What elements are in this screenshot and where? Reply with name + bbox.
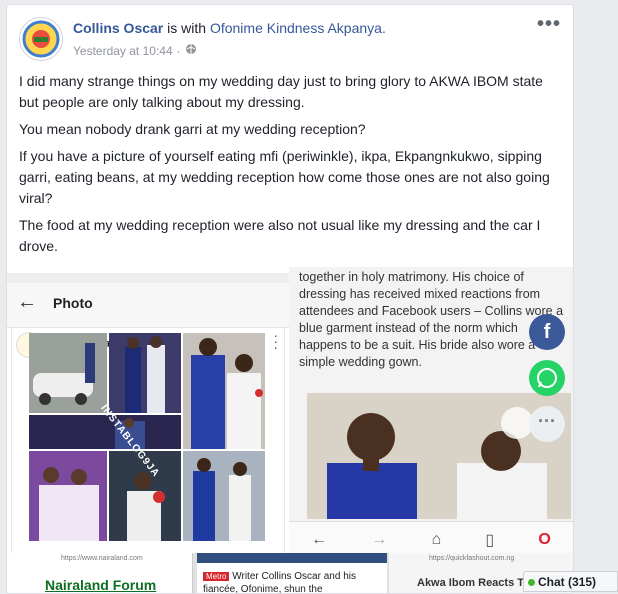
- collage-photo-bottom-left: [29, 451, 107, 541]
- with-text: is with: [167, 20, 207, 36]
- metro-thumbnail: Metro Writer Collins Oscar and his fianc…: [197, 553, 387, 593]
- post-paragraph: If you have a picture of yourself eating…: [19, 148, 550, 206]
- post-paragraph: The food at my wedding reception were al…: [19, 217, 541, 254]
- photo-header: ← Photo: [7, 283, 289, 328]
- metro-headline: Metro Writer Collins Oscar and his fianc…: [203, 570, 387, 593]
- post-options-button[interactable]: •••: [537, 14, 561, 34]
- nairaland-name: Nairaland Forum: [45, 577, 157, 593]
- nav-home-icon: ⌂: [431, 531, 442, 548]
- back-arrow-icon: ←: [17, 291, 37, 313]
- post-image-right[interactable]: together in holy matrimony. His choice o…: [289, 267, 573, 593]
- post-meta: Yesterday at 10:44 ·: [73, 43, 197, 58]
- online-status-icon: [528, 579, 535, 586]
- metro-header-bar: [197, 553, 387, 563]
- chat-label: Chat (315): [538, 575, 597, 589]
- facebook-share-button: f: [529, 314, 565, 350]
- nav-tabs-icon: ▯: [485, 532, 495, 549]
- nairaland-thumbnail: https://www.nairaland.com Nairaland Foru…: [7, 553, 193, 593]
- post-paragraph: You mean nobody drank garri at my weddin…: [19, 121, 366, 137]
- opera-icon: O: [538, 531, 551, 548]
- metro-tag: Metro: [203, 572, 230, 581]
- photo-title: Photo: [53, 295, 93, 311]
- vertical-dots-icon: · · ·: [273, 327, 278, 355]
- post-image-strip[interactable]: https://www.nairaland.com Nairaland Foru…: [7, 553, 573, 593]
- facebook-post: Collins Oscar is with Ofonime Kindness A…: [6, 4, 574, 594]
- article-text: together in holy matrimony. His choice o…: [299, 270, 564, 369]
- timestamp-link[interactable]: Yesterday at 10:44: [73, 44, 173, 58]
- whatsapp-icon: [529, 360, 565, 396]
- article-photo: [307, 393, 571, 519]
- status-bar: [7, 273, 289, 283]
- qh-url: https://quickfashout.com.ng: [429, 555, 515, 562]
- tagged-user-link[interactable]: Ofonime Kindness Akpanya.: [210, 20, 386, 36]
- collage-photo-couple-blue: [183, 333, 265, 449]
- author-name-link[interactable]: Collins Oscar: [73, 20, 163, 36]
- collage-photo-bottom-right: [183, 451, 265, 541]
- nav-forward-icon: →: [371, 531, 388, 548]
- more-share-icon: ···: [529, 406, 565, 442]
- post-image-left[interactable]: ← Photo instablog9ja ···: [7, 273, 289, 593]
- nairaland-url: https://www.nairaland.com: [61, 555, 143, 562]
- collage-photo-car: [29, 333, 107, 413]
- meta-separator: ·: [176, 43, 181, 58]
- globe-icon[interactable]: [185, 43, 197, 58]
- collage-photo-couple-dark: [109, 333, 181, 413]
- post-text: I did many strange things on my wedding …: [19, 71, 559, 263]
- collage-photo-guests: [29, 415, 181, 449]
- author-avatar[interactable]: [19, 17, 63, 61]
- post-header: Collins Oscar is with Ofonime Kindness A…: [73, 20, 386, 36]
- wedding-collage: INSTABLOG9JA: [29, 333, 265, 541]
- nav-back-icon: ←: [311, 531, 328, 548]
- chat-tab[interactable]: Chat (315): [523, 571, 618, 592]
- post-paragraph: I did many strange things on my wedding …: [19, 73, 543, 110]
